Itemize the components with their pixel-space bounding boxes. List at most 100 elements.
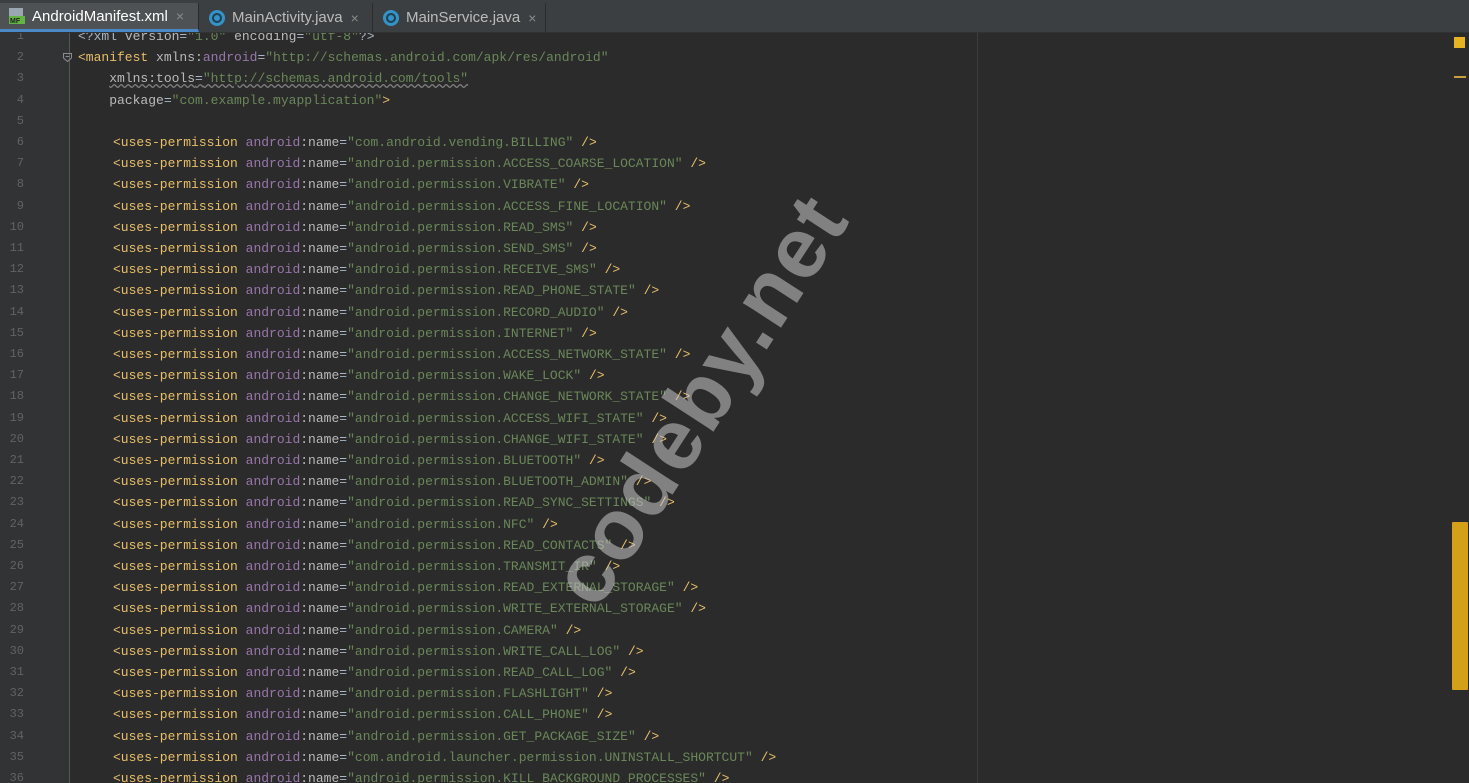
tab-main-service[interactable]: MainService.java × (374, 3, 546, 32)
code-line[interactable]: <uses-permission android:name="android.p… (113, 429, 667, 450)
close-icon[interactable]: × (351, 10, 359, 26)
code-line[interactable]: <uses-permission android:name="android.p… (113, 577, 698, 598)
code-line[interactable]: <uses-permission android:name="android.p… (113, 196, 690, 217)
code-line[interactable]: <uses-permission android:name="android.p… (113, 683, 612, 704)
fold-icon[interactable] (63, 53, 72, 63)
code-area[interactable]: <?xml version="1.0" encoding="utf-8"?> <m… (70, 33, 1450, 783)
code-line[interactable]: <manifest xmlns:android="http://schemas.… (78, 47, 609, 68)
code-token: android (245, 410, 301, 426)
code-line[interactable]: <uses-permission android:name="android.p… (113, 365, 605, 386)
code-token: :name (300, 304, 340, 320)
code-token: android (245, 431, 301, 447)
code-token: android (245, 198, 301, 214)
code-token: <uses-permission (113, 728, 238, 744)
code-token: android.permission.READ_PHONE_STATE (354, 283, 628, 299)
code-token: " (588, 262, 597, 278)
close-icon[interactable]: × (528, 10, 536, 26)
code-token: android.permission.BLUETOOTH_ADMIN (354, 474, 621, 490)
code-token: = (339, 516, 348, 532)
code-token: :name (300, 198, 340, 214)
line-number: 7 (16, 156, 24, 171)
code-token: android.permission.RECEIVE_SMS (354, 262, 589, 278)
code-token: " (347, 622, 355, 638)
code-line[interactable]: <uses-permission android:name="android.p… (113, 217, 597, 238)
code-token: = (339, 410, 348, 426)
code-line[interactable]: <uses-permission android:name="android.p… (113, 556, 620, 577)
scrollbar-thumb[interactable] (1452, 522, 1468, 690)
code-line[interactable]: <uses-permission android:name="android.p… (113, 344, 690, 365)
code-token: android (245, 728, 301, 744)
code-line[interactable]: <uses-permission android:name="android.p… (113, 153, 706, 174)
code-editor[interactable]: 1 2 3 4 5 6 7 8 9 10 11 12 13 14 15 16 17 18 19 20 21 22 23 24 2… (0, 33, 1469, 783)
line-number: 4 (16, 92, 24, 107)
code-line[interactable]: <uses-permission android:name="android.p… (113, 280, 659, 301)
code-token: /> (542, 516, 558, 532)
code-token: " (347, 262, 355, 278)
manifest-file-icon: MF (9, 8, 25, 25)
code-token: :name (300, 686, 340, 702)
code-line[interactable]: <uses-permission android:name="android.p… (113, 323, 597, 344)
code-token: " (581, 686, 589, 702)
code-token: android.permission.CAMERA (354, 622, 550, 638)
code-token: android (245, 304, 301, 320)
code-line[interactable]: <uses-permission android:name="android.p… (113, 174, 589, 195)
code-token: " (347, 749, 355, 765)
code-line[interactable]: <uses-permission android:name="com.andro… (113, 132, 597, 153)
code-token: <uses-permission (113, 177, 238, 193)
code-line[interactable]: <uses-permission android:name="android.p… (113, 259, 620, 280)
code-token: android.permission.BLUETOOTH (354, 453, 574, 468)
code-line[interactable]: xmlns:tools="http://schemas.android.com/… (78, 68, 468, 89)
line-number: 27 (9, 580, 24, 595)
tab-main-activity[interactable]: MainActivity.java × (200, 3, 373, 32)
line-number: 12 (9, 262, 24, 277)
code-token: android.permission.READ_SMS (354, 219, 566, 235)
code-line[interactable]: <uses-permission android:name="android.p… (113, 514, 558, 535)
code-line[interactable]: <uses-permission android:name="com.andro… (113, 747, 776, 768)
code-token: " (347, 559, 355, 574)
code-token: <uses-permission (113, 304, 238, 320)
code-token: "1.0" (187, 33, 227, 44)
inspection-status-icon[interactable] (1454, 37, 1465, 48)
code-token: <uses-permission (113, 219, 238, 235)
code-token: " (698, 771, 706, 783)
code-token: = (339, 304, 348, 320)
code-line[interactable]: <uses-permission android:name="android.p… (113, 662, 636, 683)
code-token: android.permission.GET_PACKAGE_SIZE (354, 728, 628, 744)
code-token: /> (596, 686, 613, 702)
code-line[interactable]: <uses-permission android:name="android.p… (113, 386, 690, 407)
code-line[interactable]: <uses-permission android:name="android.p… (113, 598, 706, 619)
code-line[interactable]: <uses-permission android:name="android.p… (113, 620, 581, 641)
warning-marker[interactable] (1454, 76, 1466, 78)
code-line[interactable]: <uses-permission android:name="android.p… (113, 704, 612, 725)
code-token: = (339, 368, 348, 384)
code-line[interactable]: <uses-permission android:name="android.p… (113, 471, 651, 492)
code-line[interactable]: <uses-permission android:name="android.p… (113, 492, 675, 513)
code-line[interactable]: <uses-permission android:name="android.p… (113, 768, 729, 783)
code-line[interactable]: <uses-permission android:name="android.p… (113, 726, 659, 747)
code-token: " (347, 219, 355, 235)
code-line[interactable]: <uses-permission android:name="android.p… (113, 641, 644, 662)
code-token: :name (300, 262, 340, 278)
code-token: " (347, 495, 355, 511)
code-token: android (202, 50, 258, 66)
code-line[interactable]: <?xml version="1.0" encoding="utf-8"?> (78, 33, 375, 47)
code-line[interactable]: <uses-permission android:name="android.p… (113, 408, 667, 429)
code-line[interactable]: <uses-permission android:name="android.p… (113, 450, 605, 471)
code-line[interactable]: <uses-permission android:name="android.p… (113, 535, 636, 556)
code-line[interactable]: package="com.example.myapplication"> (78, 90, 390, 111)
code-token: <uses-permission (113, 389, 238, 405)
close-icon[interactable]: × (176, 8, 184, 24)
code-line[interactable]: <uses-permission android:name="android.p… (113, 302, 628, 323)
code-token: :name (300, 771, 340, 783)
tab-android-manifest[interactable]: MF AndroidManifest.xml × (0, 3, 199, 32)
code-line[interactable]: <uses-permission android:name="android.p… (113, 238, 597, 259)
line-number: 29 (9, 622, 24, 637)
